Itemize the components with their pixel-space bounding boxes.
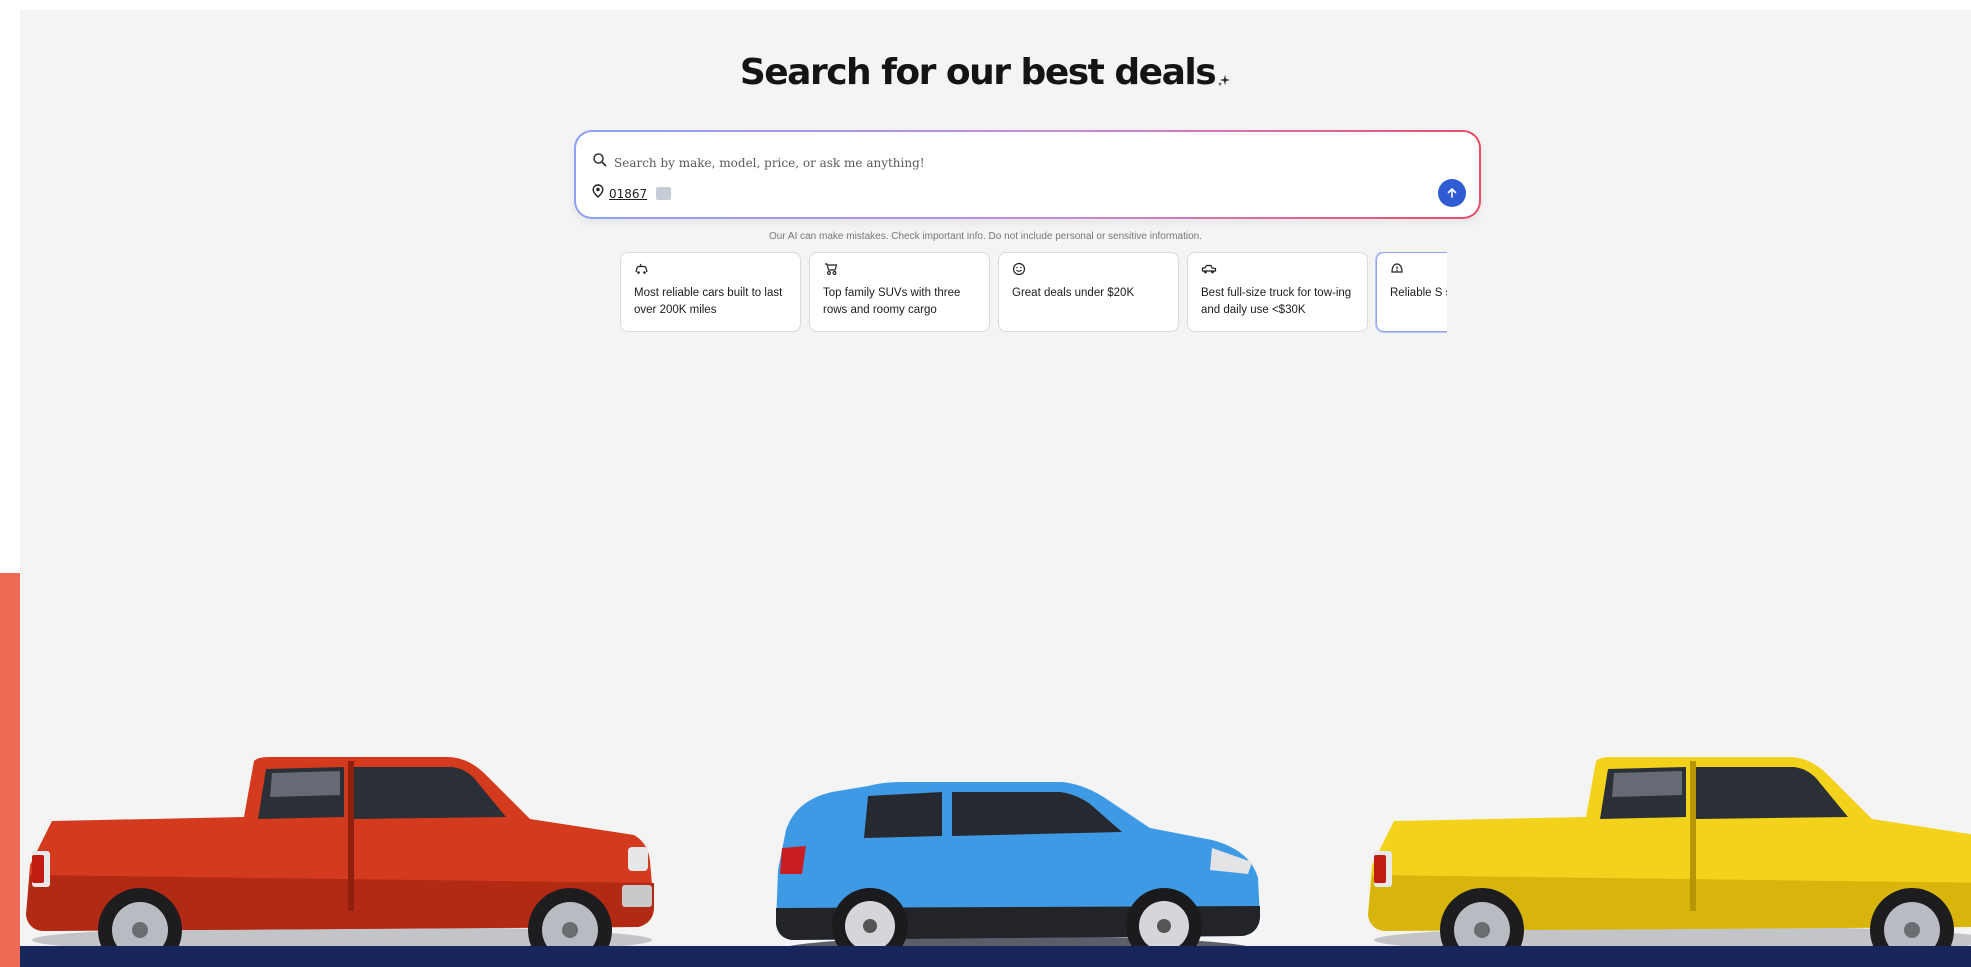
- road-strip: [20, 946, 1971, 967]
- suggestion-text: Reliable S safety rati: [1390, 287, 1447, 299]
- suggestion-card-reliable-safety[interactable]: Reliable S safety rati: [1376, 252, 1447, 332]
- suggestion-text: Top family SUVs with three rows and room…: [823, 287, 961, 316]
- smile-icon: [1012, 262, 1165, 276]
- car-rating-icon: [634, 262, 787, 276]
- zip-code-link[interactable]: 01867: [609, 187, 647, 201]
- search-row: [592, 152, 1216, 173]
- truck-icon: [1201, 262, 1354, 276]
- page-title-text: Search for our best deals: [739, 52, 1217, 94]
- shield-alert-icon: [1390, 262, 1447, 276]
- search-box-inner: 01867: [576, 132, 1479, 217]
- search-input[interactable]: [612, 154, 1216, 171]
- suggestion-text: Best full-size truck for tow-ing and dai…: [1201, 287, 1352, 316]
- suggestion-cards: Most reliable cars built to last over 20…: [620, 252, 1447, 334]
- suggestion-text: Great deals under $20K: [1012, 287, 1135, 299]
- suggestion-text: Most reliable cars built to last over 20…: [634, 287, 783, 316]
- map-pin-icon: [592, 184, 604, 203]
- sparkle-icon: [1217, 56, 1231, 97]
- page-title: Search for our best deals: [0, 52, 1971, 97]
- location-row: 01867: [592, 184, 672, 203]
- stroller-icon: [823, 262, 976, 276]
- suggestion-card-family-suvs[interactable]: Top family SUVs with three rows and room…: [809, 252, 990, 332]
- yellow-pickup-truck: [1368, 757, 1971, 967]
- suggestion-card-reliable-cars[interactable]: Most reliable cars built to last over 20…: [620, 252, 801, 332]
- suggestion-card-full-size-truck[interactable]: Best full-size truck for tow-ing and dai…: [1187, 252, 1368, 332]
- zip-edit-chip[interactable]: [656, 187, 672, 200]
- arrow-up-icon: [1447, 188, 1457, 198]
- magnifier-icon: [592, 152, 608, 173]
- suggestion-card-great-deals[interactable]: Great deals under $20K: [998, 252, 1179, 332]
- red-pickup-truck: [26, 757, 654, 967]
- ai-disclaimer: Our AI can make mistakes. Check importan…: [769, 231, 1202, 242]
- blue-compact-suv: [776, 782, 1260, 964]
- ai-search-box: 01867: [574, 130, 1481, 219]
- brand-accent-strip: [0, 573, 20, 967]
- submit-search-button[interactable]: [1438, 179, 1466, 207]
